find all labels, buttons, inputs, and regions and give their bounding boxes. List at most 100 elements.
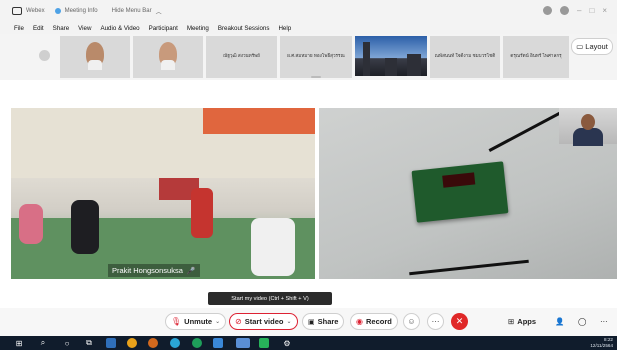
info-icon bbox=[54, 8, 61, 14]
end-meeting-button[interactable]: ✕ bbox=[451, 313, 468, 330]
webex-taskbar-icon[interactable] bbox=[236, 338, 250, 348]
app-icon[interactable] bbox=[192, 338, 202, 348]
participant-strip: ณัฐวุฒิ สงวนทรัพย์ ผ.ศ.สมหมาย ทองโพธิ์สุ… bbox=[0, 34, 617, 80]
participants-button[interactable]: 👤 bbox=[555, 313, 564, 330]
chevron-down-icon[interactable]: ⌄ bbox=[286, 318, 291, 325]
participant-name: ณัฐวุฒิ สงวนทรัพย์ bbox=[223, 53, 260, 58]
minimize-icon[interactable]: – bbox=[577, 6, 581, 15]
title-bar: Webex Meeting Info Hide Menu Bar ︿ – □ × bbox=[0, 0, 617, 22]
scroll-left-icon[interactable] bbox=[39, 50, 50, 61]
os-taskbar: ⊞ ⌕ ○ ⧉ ⚙ 8:22 12/11/2564 bbox=[0, 336, 617, 350]
more-icon: ⋯ bbox=[600, 317, 608, 326]
webex-logo-icon bbox=[12, 7, 22, 15]
app-icon[interactable] bbox=[259, 338, 269, 348]
speaker-name-label: Prakit Hongsonsuksa 🎤 bbox=[108, 264, 200, 277]
clock-date: 12/11/2564 bbox=[590, 343, 613, 348]
chrome-icon[interactable] bbox=[127, 338, 137, 348]
person-shape bbox=[191, 188, 213, 238]
participant-thumb-6[interactable]: ณพัสนนท์ ใจดีงาม ชมบวรโชติ bbox=[430, 36, 500, 78]
person-shape bbox=[251, 218, 295, 276]
maximize-icon[interactable]: □ bbox=[589, 6, 594, 15]
mic-muted-icon: 🎤 bbox=[186, 267, 196, 275]
cable-shape bbox=[409, 259, 529, 276]
participant-thumb-3[interactable]: ณัฐวุฒิ สงวนทรัพย์ bbox=[206, 36, 277, 78]
participant-name: ดรุณรัตน์ อินทร์ ไพศาลกรุ bbox=[510, 53, 562, 58]
menu-meeting[interactable]: Meeting bbox=[187, 25, 209, 32]
apps-button[interactable]: ⊞ Apps bbox=[508, 313, 536, 330]
share-label: Share bbox=[317, 317, 339, 326]
reactions-button[interactable]: ☺ bbox=[403, 313, 420, 330]
notification-icon[interactable] bbox=[543, 6, 553, 15]
edge-icon[interactable] bbox=[170, 338, 180, 348]
display-shape bbox=[442, 172, 476, 188]
participant-avatar bbox=[159, 42, 177, 70]
firefox-icon[interactable] bbox=[148, 338, 158, 348]
share-button[interactable]: ▣ Share bbox=[302, 313, 345, 330]
menu-breakout-sessions[interactable]: Breakout Sessions bbox=[218, 25, 270, 32]
start-video-tooltip: Start my video (Ctrl + Shift + V) bbox=[208, 292, 332, 305]
start-icon[interactable]: ⊞ bbox=[14, 338, 24, 348]
chevron-down-icon[interactable]: ⌄ bbox=[215, 318, 220, 325]
file-explorer-icon[interactable] bbox=[106, 338, 116, 348]
layout-button[interactable]: ▭ Layout bbox=[571, 38, 613, 55]
participant-thumb-1[interactable] bbox=[60, 36, 130, 78]
menu-participant[interactable]: Participant bbox=[149, 25, 178, 32]
participant-avatar bbox=[86, 42, 104, 70]
app-title: Webex bbox=[26, 8, 45, 14]
record-icon: ◉ bbox=[356, 317, 363, 326]
tab-hide-menu-bar[interactable]: Hide Menu Bar bbox=[112, 8, 152, 14]
participant-name: ณพัสนนท์ ใจดีงาม ชมบวรโชติ bbox=[434, 53, 496, 58]
person-shape bbox=[71, 200, 99, 254]
tab-meeting-info[interactable]: Meeting Info bbox=[65, 8, 98, 14]
more-panels-button[interactable]: ⋯ bbox=[600, 313, 608, 330]
participants-icon: 👤 bbox=[555, 317, 565, 326]
settings-icon[interactable]: ⚙ bbox=[282, 338, 292, 348]
menu-share[interactable]: Share bbox=[53, 25, 70, 32]
menu-audio-video[interactable]: Audio & Video bbox=[100, 25, 139, 32]
orange-wall bbox=[203, 108, 315, 134]
record-button[interactable]: ◉ Record bbox=[350, 313, 398, 330]
search-icon[interactable]: ⌕ bbox=[38, 338, 48, 348]
start-video-button[interactable]: ⊘ Start video ⌄ bbox=[229, 313, 298, 330]
self-view-video[interactable] bbox=[559, 108, 617, 146]
menu-help[interactable]: Help bbox=[278, 25, 291, 32]
building-shape bbox=[363, 42, 370, 76]
layout-icon: ▭ bbox=[576, 42, 584, 51]
close-icon: ✕ bbox=[455, 316, 464, 326]
share-icon: ▣ bbox=[308, 318, 315, 326]
participant-thumb-2[interactable] bbox=[133, 36, 203, 78]
record-label: Record bbox=[365, 317, 392, 326]
chat-button[interactable]: ◯ bbox=[578, 313, 586, 330]
close-icon[interactable]: × bbox=[602, 6, 607, 15]
menu-view[interactable]: View bbox=[78, 25, 91, 32]
self-head-shape bbox=[581, 114, 595, 130]
unmute-button[interactable]: 🎙 Unmute ⌄ bbox=[165, 313, 227, 330]
more-icon: ⋯ bbox=[431, 317, 440, 326]
task-view-icon[interactable]: ⧉ bbox=[84, 338, 94, 348]
participant-video-city bbox=[355, 36, 427, 76]
participant-thumb-7[interactable]: ดรุณรัตน์ อินทร์ ไพศาลกรุ bbox=[503, 36, 569, 78]
apps-grid-icon: ⊞ bbox=[508, 317, 515, 326]
cable-shape bbox=[488, 108, 570, 152]
settings-icon[interactable] bbox=[560, 6, 570, 15]
start-video-label: Start video bbox=[244, 317, 284, 326]
apps-label: Apps bbox=[517, 317, 537, 326]
app-icon[interactable] bbox=[213, 338, 223, 348]
speaker-name: Prakit Hongsonsuksa bbox=[112, 266, 183, 275]
menu-edit[interactable]: Edit bbox=[33, 25, 44, 32]
building-shape bbox=[407, 54, 421, 76]
strip-resize-handle[interactable] bbox=[311, 76, 321, 78]
system-clock[interactable]: 8:22 12/11/2564 bbox=[590, 337, 613, 349]
smiley-icon: ☺ bbox=[407, 317, 416, 326]
cortana-icon[interactable]: ○ bbox=[62, 338, 72, 348]
menu-bar: File Edit Share View Audio & Video Parti… bbox=[0, 22, 617, 34]
self-body-shape bbox=[573, 128, 603, 146]
chevron-up-icon[interactable]: ︿ bbox=[156, 7, 162, 16]
chat-icon: ◯ bbox=[578, 317, 587, 326]
main-video-left bbox=[11, 108, 315, 279]
more-options-button[interactable]: ⋯ bbox=[427, 313, 444, 330]
menu-file[interactable]: File bbox=[14, 25, 24, 32]
layout-label: Layout bbox=[585, 42, 608, 51]
participant-thumb-4[interactable]: ผ.ศ.สมหมาย ทองโพธิ์สุวรรณ bbox=[280, 36, 352, 78]
person-shape bbox=[19, 204, 43, 244]
